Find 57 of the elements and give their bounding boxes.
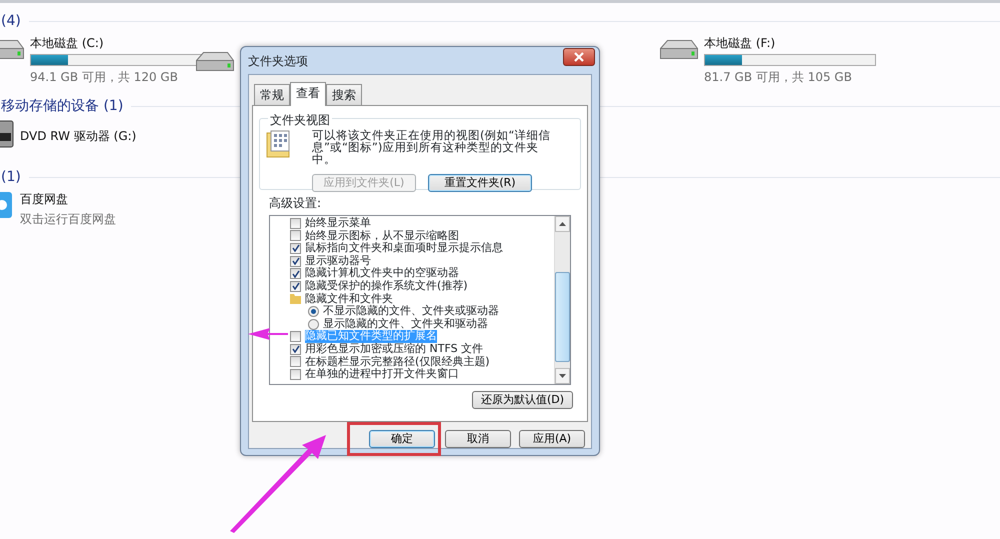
checkbox[interactable] — [290, 230, 301, 242]
hard-drive-icon — [196, 52, 234, 71]
folder-view-icon — [266, 129, 292, 159]
dialog-button[interactable]: 应用(A) — [519, 430, 585, 448]
folder-icon — [290, 293, 301, 304]
app-name: 百度网盘 — [20, 191, 69, 208]
section-heading: (1) — [1, 168, 21, 187]
section-label: 高级设置: — [269, 195, 322, 212]
close-button[interactable] — [563, 48, 595, 66]
dialog-button[interactable]: 确定 — [369, 430, 435, 448]
scroll-up-icon — [559, 222, 566, 226]
app-description: 双击运行百度网盘 — [20, 211, 116, 228]
setting-label[interactable]: 用彩色显示加密或压缩的 NTFS 文件 — [305, 342, 484, 356]
setting-label[interactable]: 显示驱动器号 — [305, 254, 371, 268]
setting-label[interactable]: 隐藏计算机文件夹中的空驱动器 — [305, 267, 459, 280]
group-title: 文件夹视图 — [268, 111, 332, 129]
radio-button[interactable] — [308, 318, 319, 330]
setting-label[interactable]: 鼠标指向文件夹和桌面项时显示提示信息 — [305, 242, 503, 255]
tab[interactable]: 查看 — [290, 82, 326, 106]
hard-drive-icon — [660, 40, 698, 59]
setting-label[interactable]: 隐藏受保护的操作系统文件(推荐) — [305, 280, 468, 293]
checkbox[interactable] — [290, 331, 301, 342]
tab[interactable]: 搜索 — [326, 84, 362, 105]
setting-label[interactable]: 在标题栏显示完整路径(仅限经典主题) — [305, 356, 490, 368]
section-heading: (4) — [1, 12, 21, 31]
close-icon — [574, 52, 584, 62]
drive-name: DVD RW 驱动器 (G:) — [20, 128, 136, 145]
drive-name: 本地磁盘 (C:) — [30, 35, 105, 52]
section-heading: 移动存储的设备 (1) — [1, 97, 124, 116]
drive-space-text: 81.7 GB 可用，共 105 GB — [704, 69, 853, 86]
checkbox[interactable] — [290, 268, 301, 280]
check-mark-icon — [292, 345, 300, 354]
tab[interactable]: 常规 — [254, 84, 290, 105]
setting-label[interactable]: 在单独的进程中打开文件夹窗口 — [305, 368, 459, 381]
setting-label[interactable]: 始终显示菜单 — [305, 217, 371, 230]
window-title: 文件夹选项 — [248, 52, 308, 70]
checkbox[interactable] — [290, 368, 301, 380]
description-text: 可以将该文件夹正在使用的视图(例如“详细信息”或“图标”)应用到所有这种类型的文件夹中。 — [312, 129, 552, 166]
scroll-down-icon — [559, 374, 566, 378]
checkbox[interactable] — [290, 356, 301, 368]
checkbox[interactable] — [290, 256, 301, 267]
checkbox[interactable] — [290, 280, 301, 292]
radio-button[interactable] — [308, 306, 319, 317]
checkbox[interactable] — [290, 218, 301, 229]
drive-name: 本地磁盘 (F:) — [704, 35, 776, 52]
folder-view-button[interactable]: 重置文件夹(R) — [428, 174, 532, 192]
setting-label[interactable]: 不显示隐藏的文件、文件夹或驱动器 — [323, 305, 499, 318]
checkbox[interactable] — [290, 344, 301, 355]
drive-space-text: 94.1 GB 可用，共 120 GB — [30, 69, 179, 86]
annotation-arrow — [248, 326, 288, 342]
setting-label[interactable]: 隐藏文件和文件夹 — [305, 292, 393, 306]
restore-defaults-button[interactable]: 还原为默认值(D) — [472, 391, 573, 409]
setting-label[interactable]: 始终显示图标，从不显示缩略图 — [305, 230, 459, 242]
setting-label[interactable]: 显示隐藏的文件、文件夹和驱动器 — [323, 318, 488, 330]
dialog-button[interactable]: 取消 — [445, 430, 511, 448]
checkbox[interactable] — [290, 242, 301, 254]
scroll-bar[interactable] — [554, 216, 570, 384]
